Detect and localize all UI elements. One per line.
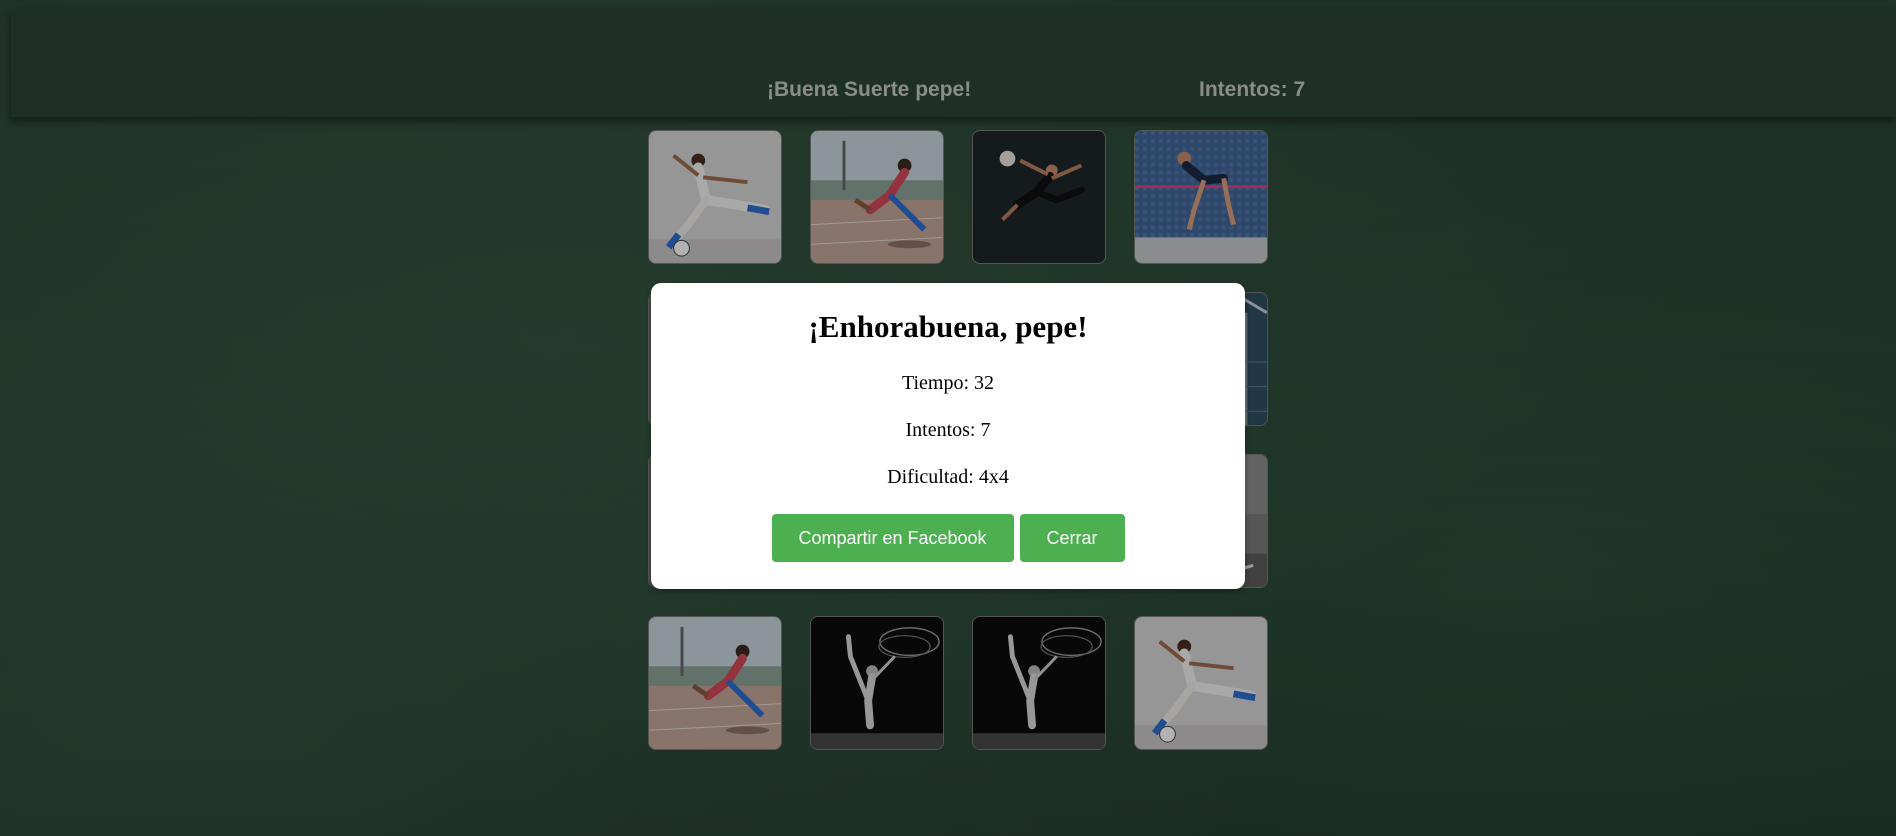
congratulations-modal: ¡Enhorabuena, pepe! Tiempo: 32 Intentos:…: [651, 283, 1245, 589]
share-facebook-button[interactable]: Compartir en Facebook: [771, 514, 1014, 562]
time-result: Tiempo: 32: [901, 372, 995, 394]
difficulty-result: Dificultad: 4x4: [887, 466, 1009, 488]
modal-title: ¡Enhorabuena, pepe!: [808, 309, 1088, 344]
attempts-result: Intentos: 7: [905, 419, 991, 441]
close-button[interactable]: Cerrar: [1019, 514, 1125, 562]
modal-buttons: Compartir en Facebook Cerrar: [651, 514, 1245, 562]
